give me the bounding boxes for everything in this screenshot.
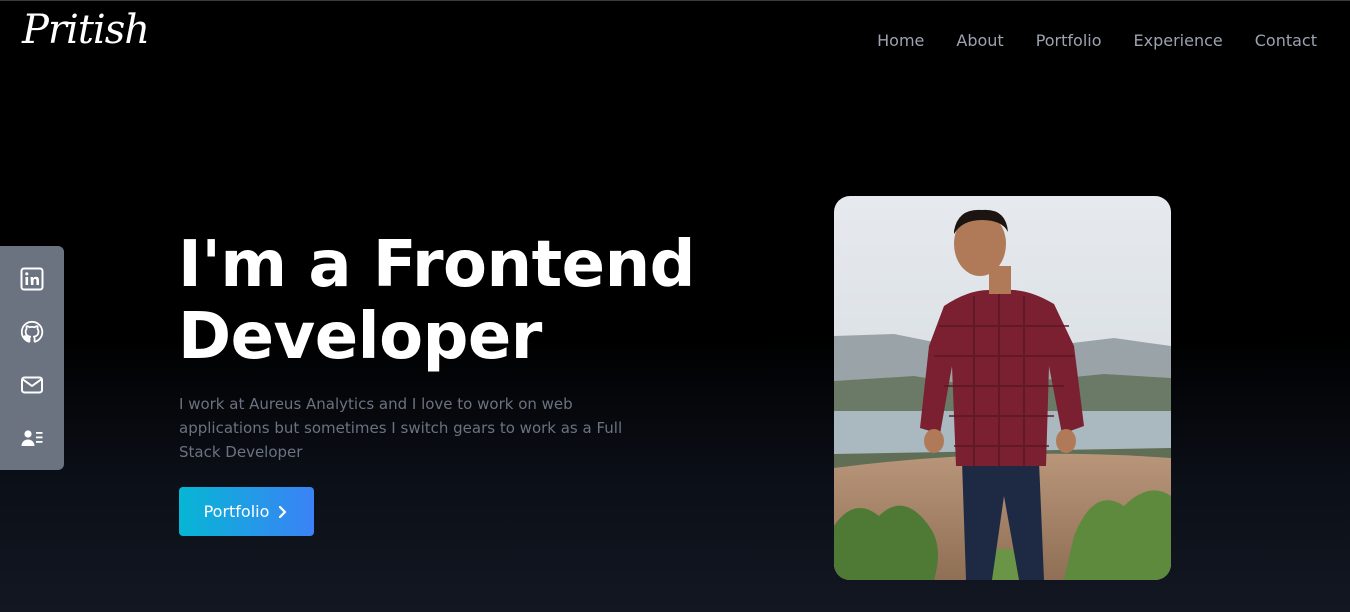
nav-contact[interactable]: Contact: [1255, 31, 1317, 50]
contact-card-icon[interactable]: [20, 426, 44, 450]
main-nav: Home About Portfolio Experience Contact: [877, 31, 1317, 50]
nav-experience[interactable]: Experience: [1134, 31, 1223, 50]
hero-heading-line1: I'm a Frontend: [178, 228, 695, 302]
profile-photo: [834, 196, 1171, 580]
hero-heading-line2: Developer: [178, 300, 542, 374]
linkedin-icon[interactable]: [20, 267, 44, 291]
hero-heading: I'm a Frontend Developer: [178, 229, 695, 373]
mail-icon[interactable]: [20, 373, 44, 397]
portfolio-button[interactable]: Portfolio: [179, 487, 314, 536]
chevron-right-icon: [279, 505, 287, 518]
nav-portfolio[interactable]: Portfolio: [1036, 31, 1102, 50]
social-sidebar: [0, 246, 64, 470]
logo[interactable]: Pritish: [22, 7, 150, 53]
github-icon[interactable]: [20, 320, 44, 344]
hero-description: I work at Aureus Analytics and I love to…: [179, 395, 623, 461]
profile-photo-illustration: [834, 196, 1171, 580]
nav-about[interactable]: About: [956, 31, 1003, 50]
portfolio-button-label: Portfolio: [203, 502, 270, 521]
nav-home[interactable]: Home: [877, 31, 924, 50]
